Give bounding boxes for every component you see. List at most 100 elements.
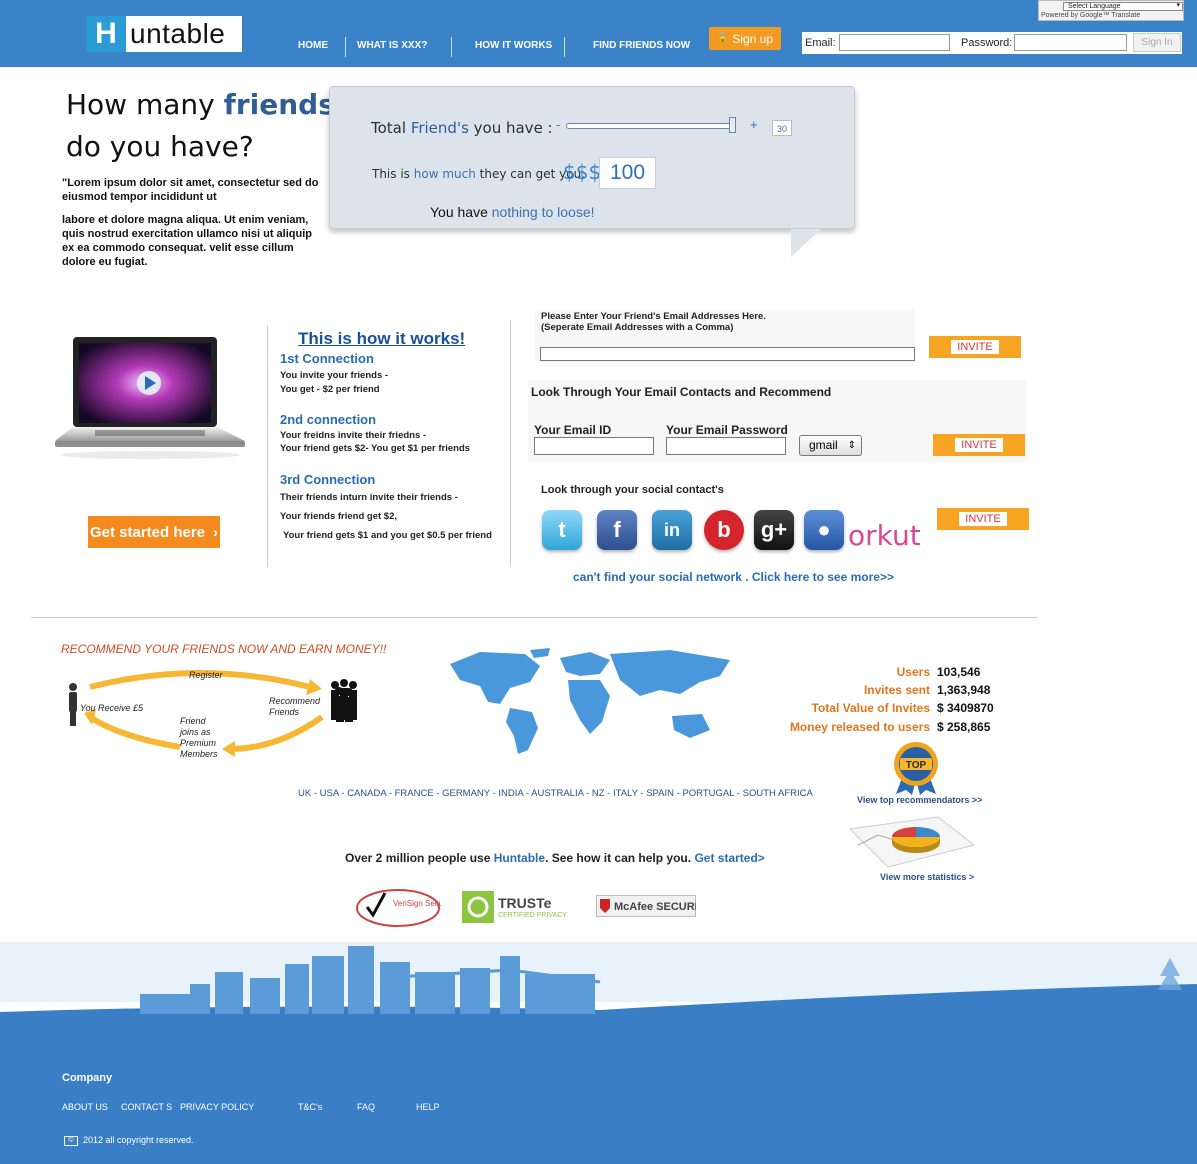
world-map bbox=[450, 648, 730, 754]
login-bar: Email: Password: bbox=[802, 32, 1182, 54]
nav-separator bbox=[564, 37, 565, 57]
password-field[interactable] bbox=[1014, 34, 1127, 51]
social-title: Look through your social contact's bbox=[541, 484, 724, 496]
email-field[interactable] bbox=[839, 34, 950, 51]
hero-lorem-2: labore et dolore magna aliqua. Ut enim v… bbox=[62, 214, 312, 268]
mcafee-seal[interactable]: McAfee SECURE bbox=[596, 895, 696, 917]
nav-what-is[interactable]: WHAT IS XXX? bbox=[357, 40, 427, 51]
friend-emails-input[interactable] bbox=[540, 347, 915, 361]
verisign-seal[interactable]: VeriSign Secured bbox=[355, 887, 441, 929]
top-recommenders-link[interactable]: View top recommendators >> bbox=[857, 795, 982, 805]
stat-money-label: Money released to users bbox=[789, 720, 930, 734]
hero-title: How many friends do you have? bbox=[66, 88, 335, 163]
connection-line: You get - $2 per friend bbox=[280, 384, 380, 395]
currency-symbol: $$$ bbox=[563, 160, 602, 184]
copyright-icon: © bbox=[64, 1135, 78, 1146]
signup-button[interactable]: 🔒 Sign up bbox=[709, 27, 781, 50]
footer-link-terms[interactable]: T&C's bbox=[298, 1102, 322, 1112]
slider-plus[interactable]: + bbox=[750, 117, 758, 132]
amount-value: 100 bbox=[599, 157, 656, 189]
signin-button[interactable]: Sign In bbox=[1133, 33, 1181, 52]
section-divider bbox=[31, 617, 1038, 618]
email-label: Email: bbox=[805, 37, 836, 49]
email-id-field[interactable] bbox=[534, 437, 654, 455]
get-started-link[interactable]: Get started> bbox=[694, 851, 764, 865]
connection-line: Your friends friend get $2, bbox=[280, 511, 398, 522]
earn-title: RECOMMEND YOUR FRIENDS NOW AND EARN MONE… bbox=[61, 642, 387, 656]
you-receive-label: You Receive £5 bbox=[80, 703, 144, 713]
signup-label: Sign up bbox=[732, 31, 774, 46]
connection-title: 2nd connection bbox=[280, 412, 377, 427]
recommend-friends-label: Recommend Friends bbox=[269, 696, 321, 717]
more-networks-link[interactable]: can't find your social network . Click h… bbox=[573, 570, 894, 584]
promo-text: Over 2 million people use Huntable. See … bbox=[345, 851, 765, 865]
language-widget: Select Language ▾ Powered by Google™ Tran… bbox=[1038, 0, 1184, 21]
statistics-chart-icon[interactable] bbox=[848, 815, 978, 870]
stat-invites-label: Invites sent bbox=[863, 683, 930, 697]
stat-money-value: $ 258,865 bbox=[937, 720, 991, 734]
chevron-updown-icon: ⇕ bbox=[847, 440, 856, 451]
chevron-down-icon: ▾ bbox=[1176, 2, 1180, 9]
truste-sub-text: CERTIFIED PRIVACY bbox=[498, 912, 567, 919]
footer-link-privacy[interactable]: PRIVACY POLICY bbox=[180, 1102, 254, 1112]
mcafee-text: McAfee SECURE bbox=[614, 901, 696, 913]
friend-joins-label: Friend joins as Premium Members bbox=[180, 716, 218, 759]
stat-users-value: 103,546 bbox=[937, 665, 981, 679]
myspace-icon[interactable]: ● bbox=[804, 510, 844, 550]
friends-slider[interactable] bbox=[566, 123, 736, 129]
slider-handle[interactable] bbox=[729, 117, 736, 133]
footer-link-help[interactable]: HELP bbox=[416, 1102, 440, 1112]
arrow-recommend bbox=[234, 714, 324, 752]
twitter-icon[interactable]: t bbox=[542, 510, 582, 550]
invite-button[interactable]: INVITE bbox=[937, 508, 1029, 530]
slider-minus[interactable]: - bbox=[556, 117, 560, 132]
more-statistics-link[interactable]: View more statistics > bbox=[880, 872, 974, 882]
invite-button[interactable]: INVITE bbox=[933, 434, 1025, 456]
footer-skyline bbox=[0, 942, 1197, 1022]
hero-lorem-1: "Lorem ipsum dolor sit amet, consectetur… bbox=[62, 177, 319, 203]
logo-text: untable bbox=[130, 18, 226, 49]
how-it-works-title[interactable]: This is how it works! bbox=[298, 329, 465, 349]
truste-seal[interactable]: TRUSTe CERTIFIED PRIVACY bbox=[462, 888, 584, 926]
arrow-join bbox=[88, 714, 181, 750]
stat-users-label: Users bbox=[896, 665, 930, 679]
lock-icon: 🔒 bbox=[716, 33, 730, 44]
top-recommender-badge-icon[interactable]: TOP bbox=[886, 740, 946, 795]
laptop-video-image[interactable] bbox=[55, 337, 245, 461]
register-label: Register bbox=[189, 670, 223, 680]
email-provider-select[interactable]: gmail ⇕ bbox=[799, 435, 862, 456]
calc-loose-text: You have nothing to loose! bbox=[430, 204, 595, 220]
footer-link-about[interactable]: ABOUT US bbox=[62, 1102, 108, 1112]
google-plus-icon[interactable]: g+ bbox=[754, 510, 794, 550]
orkut-icon[interactable]: orkut bbox=[848, 519, 921, 552]
language-select[interactable]: Select Language ▾ bbox=[1063, 2, 1183, 11]
logo-mark: H bbox=[86, 16, 126, 52]
nav-home[interactable]: HOME bbox=[298, 40, 328, 51]
friends-count-value: 30 bbox=[772, 120, 792, 136]
calculator-tail bbox=[791, 229, 821, 257]
divider bbox=[267, 325, 268, 567]
footer-link-contacts[interactable]: CONTACT S bbox=[121, 1102, 172, 1112]
linkedin-icon[interactable]: in bbox=[652, 510, 692, 550]
bebo-icon[interactable]: b bbox=[704, 510, 744, 550]
verisign-text: VeriSign Secured bbox=[393, 899, 441, 908]
contacts-title: Look Through Your Email Contacts and Rec… bbox=[531, 385, 832, 399]
email-instructions-note: (Seperate Email Addresses with a Comma) bbox=[541, 322, 734, 333]
nav-find-friends[interactable]: FIND FRIENDS NOW bbox=[593, 40, 690, 51]
header: H untable HOME WHAT IS XXX? HOW IT WORKS… bbox=[0, 0, 1197, 67]
country-list[interactable]: UK - USA - CANADA - FRANCE - GERMANY - I… bbox=[298, 788, 813, 799]
nav-separator bbox=[345, 37, 346, 57]
facebook-icon[interactable]: f bbox=[597, 510, 637, 550]
email-password-label: Your Email Password bbox=[666, 423, 788, 437]
connection-line: Your friend gets $1 and you get $0.5 per… bbox=[283, 530, 492, 541]
email-password-field[interactable] bbox=[666, 437, 786, 455]
stat-total-value: $ 3409870 bbox=[937, 701, 994, 715]
nav-how-it-works[interactable]: HOW IT WORKS bbox=[475, 40, 552, 51]
footer-link-faq[interactable]: FAQ bbox=[357, 1102, 375, 1112]
language-powered-by: Powered by Google™ Translate bbox=[1041, 12, 1141, 19]
copyright: © 2012 all copyright reserved. bbox=[64, 1135, 194, 1146]
invite-button[interactable]: INVITE bbox=[929, 336, 1021, 358]
logo[interactable]: H untable bbox=[86, 16, 242, 52]
get-started-button[interactable]: Get started here › bbox=[88, 516, 220, 548]
connection-line: You invite your friends - bbox=[280, 370, 389, 381]
